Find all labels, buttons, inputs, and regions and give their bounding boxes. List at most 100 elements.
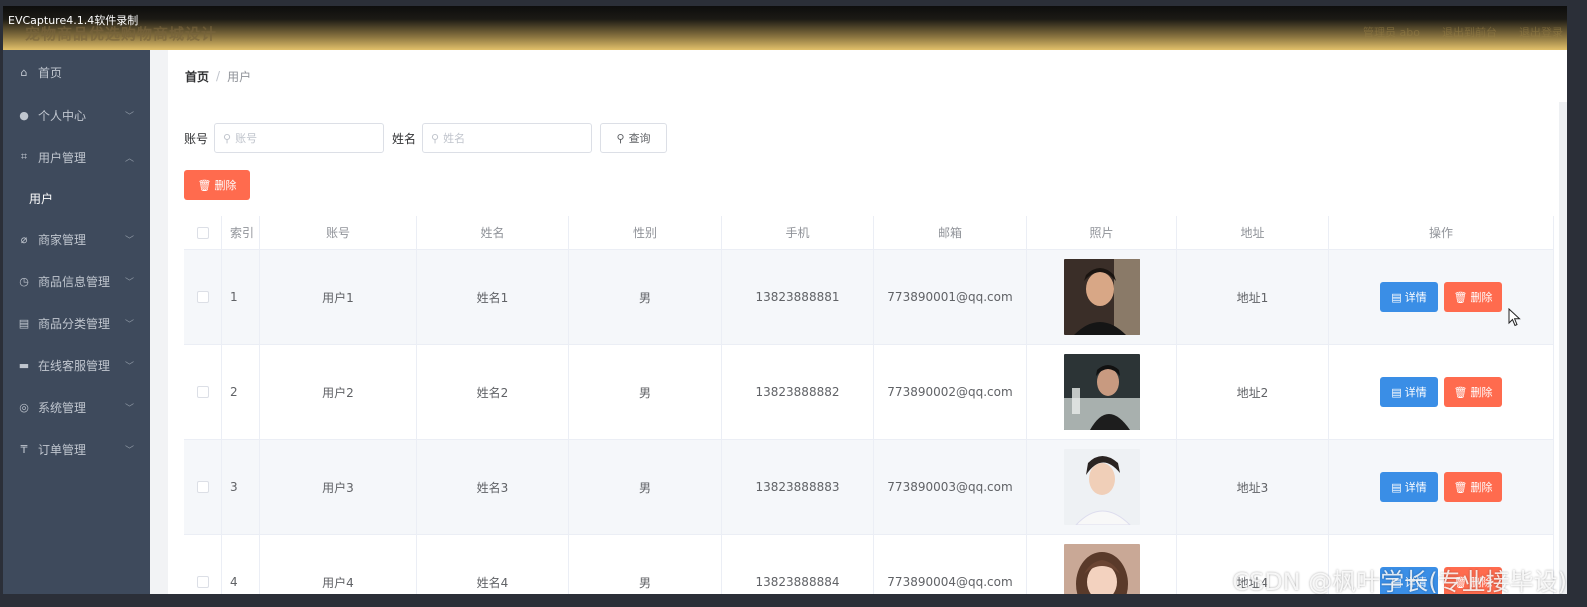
cell-phone: 13823888882 xyxy=(722,345,874,439)
name-label: 姓名 xyxy=(392,131,417,146)
header-links: 管理员 abo 退出到前台 退出登录 xyxy=(1363,24,1563,40)
detail-button[interactable]: ▤ 详情 xyxy=(1380,282,1438,312)
main-area: 首页 / 用户 账号 ⚲ 姓名 ⚲ ⚲ 查询 xyxy=(150,50,1567,594)
mouse-cursor-icon xyxy=(1508,308,1521,327)
breadcrumb-current: 用户 xyxy=(227,69,252,84)
sidebar-item-label: 个人中心 xyxy=(38,108,87,123)
query-button-label: 查询 xyxy=(628,132,651,145)
users-table: 索引 账号 姓名 性别 手机 邮箱 照片 地址 操作 1 用户1 姓名1 男 1… xyxy=(184,216,1554,594)
cell-email: 773890004@qq.com xyxy=(874,535,1027,594)
breadcrumb-home[interactable]: 首页 xyxy=(185,68,209,85)
trash-icon: 🗑 xyxy=(1453,480,1468,494)
sidebar: ⌂ 首页 ● 个人中心 ﹀ ⌗ 用户管理 ︿ 用户 ⌀ 商家管理 ﹀ ◷ 商品信… xyxy=(3,50,150,594)
sidebar-item-label: 用户 xyxy=(29,191,54,206)
select-all-checkbox[interactable] xyxy=(196,226,209,239)
top-header: 宠物商品优选购物商城设计 EVCapture4.1.4软件录制 管理员 abo … xyxy=(3,6,1567,50)
cell-phone: 13823888884 xyxy=(722,535,874,594)
sidebar-item-product-category[interactable]: ▤ 商品分类管理 ﹀ xyxy=(3,302,150,344)
sidebar-item-product-info[interactable]: ◷ 商品信息管理 ﹀ xyxy=(3,260,150,302)
row-checkbox[interactable] xyxy=(196,386,209,398)
cell-name: 姓名2 xyxy=(417,345,569,439)
settings-icon: ◎ xyxy=(19,400,29,414)
cell-account: 用户4 xyxy=(260,535,417,594)
sidebar-item-order-management[interactable]: ₸ 订单管理 ﹀ xyxy=(3,428,150,470)
cell-name: 姓名1 xyxy=(417,250,569,344)
cell-address: 地址1 xyxy=(1177,250,1329,344)
chevron-down-icon: ﹀ xyxy=(124,235,134,246)
sidebar-item-user-management[interactable]: ⌗ 用户管理 ︿ xyxy=(3,136,150,178)
user-photo xyxy=(1063,259,1140,335)
header-address: 地址 xyxy=(1177,216,1329,249)
category-icon: ▤ xyxy=(18,316,30,330)
cell-gender: 男 xyxy=(569,440,722,534)
row-checkbox[interactable] xyxy=(196,576,209,588)
order-icon: ₸ xyxy=(20,442,28,456)
row-checkbox[interactable] xyxy=(196,291,209,303)
header-phone: 手机 xyxy=(722,216,874,249)
detail-button[interactable]: ▤ 详情 xyxy=(1380,472,1438,502)
sidebar-item-label: 商品分类管理 xyxy=(38,316,111,331)
home-icon: ⌂ xyxy=(20,65,28,79)
delete-button[interactable]: 🗑 删除 xyxy=(1444,377,1502,407)
batch-delete-label: 删除 xyxy=(214,179,237,192)
header-index: 索引 xyxy=(222,216,260,249)
cell-actions: ▤ 详情 🗑 删除 xyxy=(1329,345,1554,439)
cell-index: 2 xyxy=(222,345,260,439)
logout-link[interactable]: 退出登录 xyxy=(1519,24,1563,40)
delete-button[interactable]: 🗑 删除 xyxy=(1444,472,1502,502)
header-gender: 性别 xyxy=(569,216,722,249)
row-checkbox[interactable] xyxy=(196,481,209,493)
chevron-down-icon: ﹀ xyxy=(124,319,134,330)
cell-index: 4 xyxy=(222,535,260,594)
clock-icon: ◷ xyxy=(19,274,29,288)
sidebar-item-users[interactable]: 用户 xyxy=(3,178,150,218)
query-button[interactable]: ⚲ 查询 xyxy=(600,123,668,153)
front-page-link[interactable]: 退出到前台 xyxy=(1442,24,1497,40)
chevron-down-icon: ﹀ xyxy=(124,445,134,456)
sidebar-item-system-management[interactable]: ◎ 系统管理 ﹀ xyxy=(3,386,150,428)
document-icon: ▤ xyxy=(1391,290,1402,304)
account-search-input[interactable] xyxy=(235,131,366,145)
sidebar-item-online-service[interactable]: ▬ 在线客服管理 ﹀ xyxy=(3,344,150,386)
chat-icon: ▬ xyxy=(18,358,30,372)
cell-index: 3 xyxy=(222,440,260,534)
trash-icon: 🗑 xyxy=(1453,290,1468,304)
sidebar-item-home[interactable]: ⌂ 首页 xyxy=(3,50,150,94)
search-icon: ⚲ xyxy=(431,131,440,145)
table-row: 3 用户3 姓名3 男 13823888883 773890003@qq.com xyxy=(184,440,1554,535)
chevron-down-icon: ﹀ xyxy=(124,111,134,122)
sidebar-item-label: 商家管理 xyxy=(38,232,87,247)
cell-account: 用户2 xyxy=(260,345,417,439)
header-email: 邮箱 xyxy=(874,216,1027,249)
header-name: 姓名 xyxy=(417,216,569,249)
sidebar-item-merchant-management[interactable]: ⌀ 商家管理 ﹀ xyxy=(3,218,150,260)
sidebar-item-personal-center[interactable]: ● 个人中心 ﹀ xyxy=(3,94,150,136)
cell-actions: ▤ 详情 🗑 删除 xyxy=(1329,440,1554,534)
account-search-box: ⚲ xyxy=(214,123,385,153)
document-icon: ▤ xyxy=(1391,385,1402,399)
cell-name: 姓名3 xyxy=(417,440,569,534)
watermark-text: CSDN @枫叶学长(专业接毕设) xyxy=(1232,568,1567,596)
sidebar-item-label: 商品信息管理 xyxy=(38,274,111,289)
name-search-box: ⚲ xyxy=(422,123,593,153)
table-row: 1 用户1 姓名1 男 13823888881 773890001@qq.com xyxy=(184,250,1554,345)
delete-button[interactable]: 🗑 删除 xyxy=(1444,282,1502,312)
batch-delete-button[interactable]: 🗑 删除 xyxy=(184,170,250,200)
user-icon: ● xyxy=(19,108,29,122)
search-icon: ⚲ xyxy=(616,131,625,145)
cell-account: 用户1 xyxy=(260,250,417,344)
breadcrumb: 首页 / 用户 xyxy=(168,50,1567,102)
table-header: 索引 账号 姓名 性别 手机 邮箱 照片 地址 操作 xyxy=(184,216,1554,250)
cell-name: 姓名4 xyxy=(417,535,569,594)
detail-button[interactable]: ▤ 详情 xyxy=(1380,377,1438,407)
admin-user-link[interactable]: 管理员 abo xyxy=(1363,24,1420,40)
search-form: 账号 ⚲ 姓名 ⚲ ⚲ 查询 xyxy=(184,123,668,153)
cell-gender: 男 xyxy=(569,345,722,439)
content-panel: 账号 ⚲ 姓名 ⚲ ⚲ 查询 🗑 删除 xyxy=(168,102,1567,594)
header-account: 账号 xyxy=(260,216,417,249)
cell-gender: 男 xyxy=(569,250,722,344)
sidebar-item-label: 系统管理 xyxy=(38,400,87,415)
vertical-scrollbar[interactable] xyxy=(1559,102,1567,594)
cell-phone: 13823888881 xyxy=(722,250,874,344)
name-search-input[interactable] xyxy=(443,131,574,145)
